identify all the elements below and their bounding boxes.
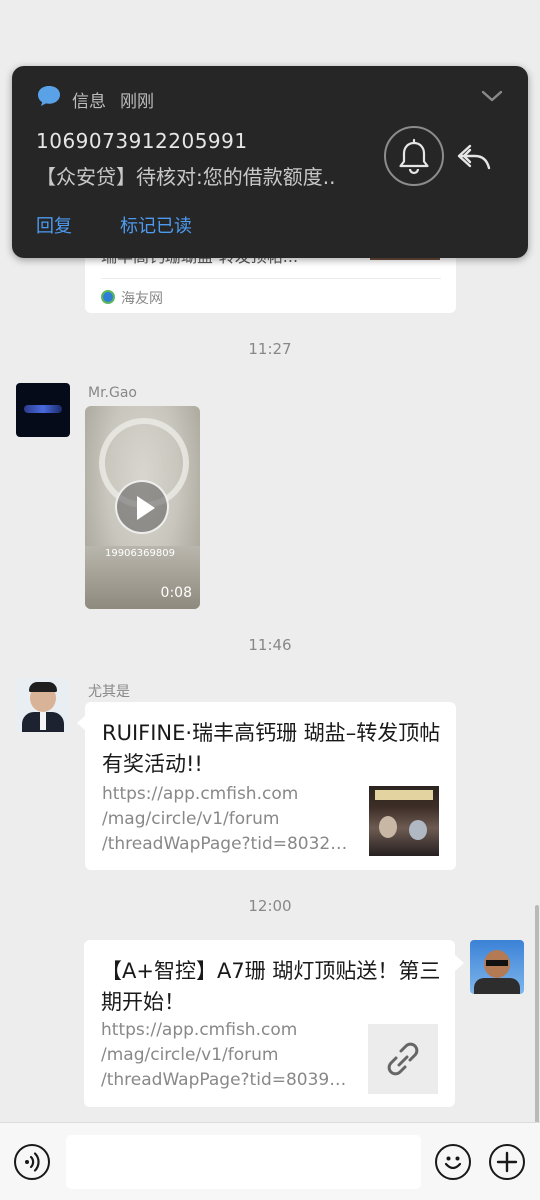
sender-name: 尤其是 (88, 684, 130, 700)
emoji-button[interactable] (435, 1144, 471, 1180)
bubble-tail (455, 955, 464, 971)
timestamp: 12:00 (248, 897, 292, 915)
link-thumbnail (369, 786, 439, 856)
notification-sender: 1069073912205991 (36, 129, 248, 153)
source-icon (101, 290, 115, 304)
timestamp: 11:46 (248, 636, 292, 654)
scrollbar[interactable] (535, 905, 539, 1122)
message-input[interactable] (66, 1135, 421, 1189)
video-duration: 0:08 (160, 585, 192, 601)
plus-icon (496, 1151, 518, 1173)
timestamp: 11:27 (248, 340, 292, 358)
link-card[interactable]: RUIFINE·瑞丰高钙珊 瑚盐–转发顶帖有奖活动!! https://app.… (85, 702, 456, 870)
voice-button[interactable] (14, 1144, 50, 1180)
avatar[interactable] (470, 940, 524, 994)
notification-banner[interactable]: 信息 刚刚 1069073912205991 【众安贷】待核对:您的借款额度..… (12, 66, 528, 258)
reply-icon[interactable] (456, 140, 492, 172)
emoji-icon (444, 1156, 462, 1170)
notification-time: 刚刚 (120, 92, 154, 112)
link-title: RUIFINE·瑞丰高钙珊 瑚盐–转发顶帖有奖活动!! (102, 721, 441, 776)
play-icon[interactable] (115, 480, 169, 534)
voice-icon (25, 1152, 40, 1172)
reply-action-button[interactable]: 回复 (36, 212, 72, 238)
link-url: /mag/circle/v1/forum (101, 1045, 279, 1065)
notification-app-name: 信息 (72, 92, 106, 112)
link-title: 【A+智控】A7珊 瑚灯顶贴送！第三期开始！ (101, 959, 441, 1014)
link-url: /mag/circle/v1/forum (102, 809, 280, 829)
notification-preview: 【众安贷】待核对:您的借款额度.. (36, 165, 336, 189)
message-icon (38, 86, 60, 106)
mark-read-action-button[interactable]: 标记已读 (120, 212, 192, 238)
input-bar (0, 1122, 540, 1200)
link-url: /threadWapPage?tid=80322... (102, 834, 352, 854)
link-url: https://app.cmfish.com (102, 784, 299, 804)
more-button[interactable] (489, 1144, 525, 1180)
video-overlay-text: 19906369809 (105, 548, 175, 559)
link-card-top-source: 海友网 (121, 291, 163, 307)
link-url: /threadWapPage?tid=80391... (101, 1070, 351, 1090)
sender-name: Mr.Gao (88, 385, 137, 401)
video-message[interactable]: 19906369809 0:08 (85, 406, 200, 609)
bell-icon (399, 138, 429, 175)
avatar[interactable] (16, 383, 70, 437)
link-card[interactable]: 【A+智控】A7珊 瑚灯顶贴送！第三期开始！ https://app.cmfis… (84, 940, 455, 1107)
link-icon (387, 1042, 419, 1076)
link-url: https://app.cmfish.com (101, 1020, 298, 1040)
chevron-down-icon[interactable] (480, 88, 504, 104)
bell-button[interactable] (384, 126, 444, 186)
link-placeholder-thumbnail (368, 1024, 438, 1094)
avatar[interactable] (16, 678, 70, 732)
